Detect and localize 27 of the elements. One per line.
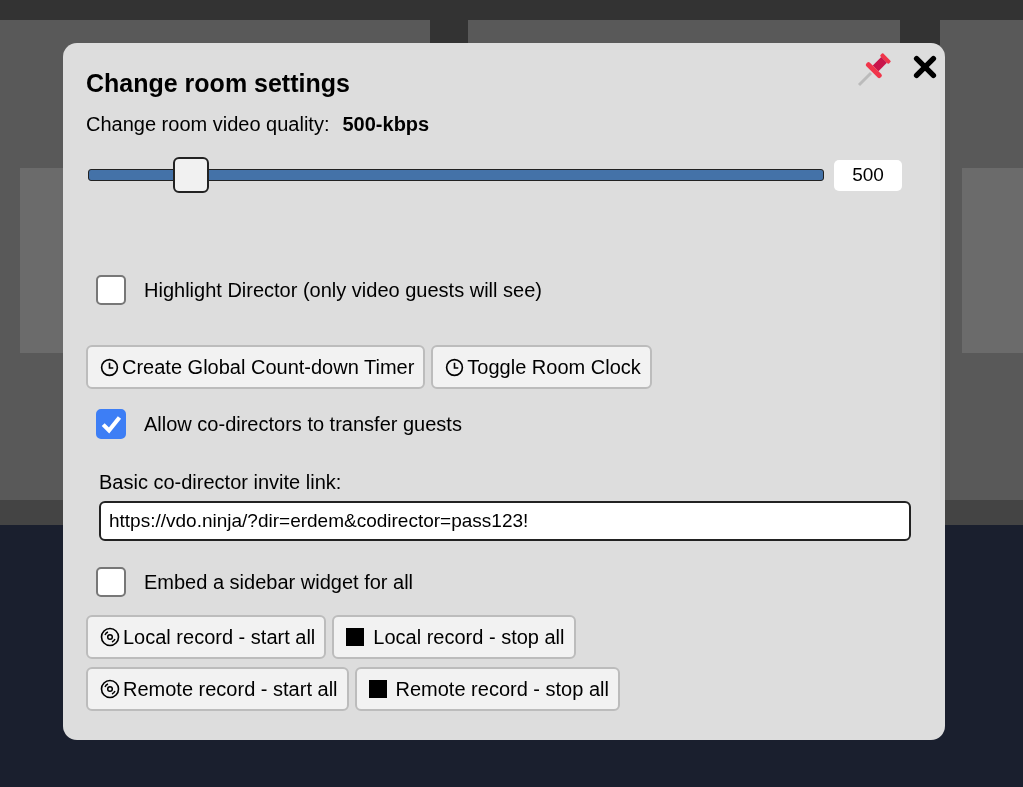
quality-value: 500-kbps <box>342 113 430 136</box>
checkbox[interactable] <box>96 409 126 439</box>
slider-reading: 500 <box>834 159 902 191</box>
stop-icon <box>368 680 387 698</box>
stop-icon <box>346 628 365 646</box>
checkbox-label: Embed a sidebar widget for all <box>144 570 414 594</box>
disc-icon <box>100 679 120 699</box>
slider-thumb[interactable] <box>173 157 210 193</box>
close-icon[interactable] <box>913 55 937 79</box>
timer-button[interactable]: Toggle Room Clock <box>431 345 652 389</box>
checkbox-label: Allow co-directors to transfer guests <box>144 412 462 436</box>
quality-label: Change room video quality: <box>86 113 330 136</box>
record-button[interactable]: Local record - stop all <box>332 615 576 659</box>
invite-link-label: Basic co-director invite link: <box>99 471 343 494</box>
checkbox-label: Highlight Director (only video guests will see) <box>144 278 542 302</box>
record-button[interactable]: Remote record - stop all <box>354 667 620 711</box>
timer-button[interactable]: Create Global Count-down Timer <box>86 345 426 389</box>
checkbox[interactable] <box>96 275 126 305</box>
dialog-title: Change room settings <box>86 68 350 99</box>
clock-icon <box>100 357 119 377</box>
record-button[interactable]: Remote record - start all <box>86 667 349 711</box>
disc-icon <box>100 627 120 647</box>
quality-slider[interactable] <box>88 157 824 193</box>
clock-icon <box>445 357 465 377</box>
checkbox[interactable] <box>96 567 126 597</box>
invite-link-field[interactable]: https://vdo.ninja/?dir=erdem&codirector=pass123! <box>99 501 911 541</box>
record-button[interactable]: Local record - start all <box>86 615 327 659</box>
